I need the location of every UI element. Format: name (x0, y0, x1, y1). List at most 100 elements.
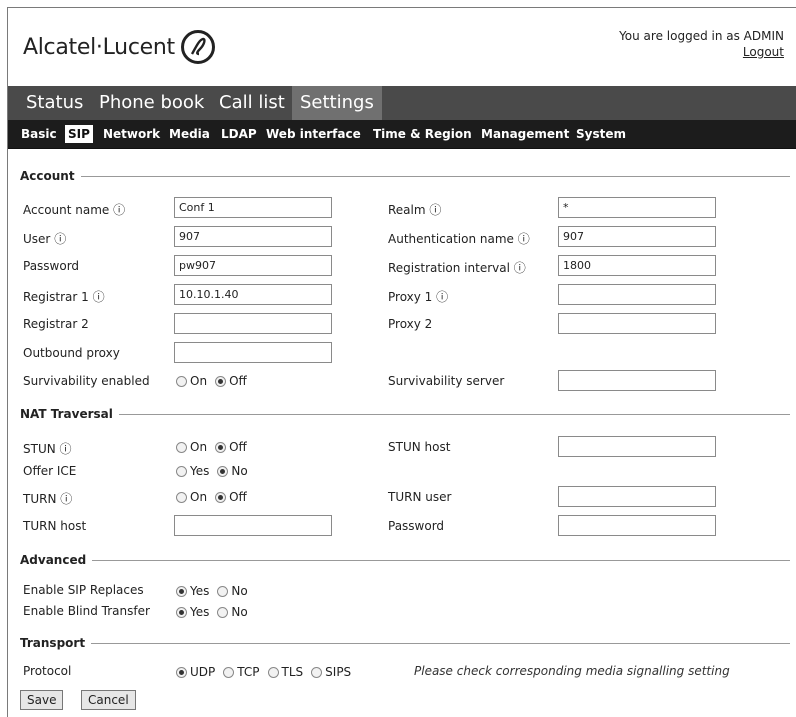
settings-sub-nav: Basic SIP Network Media LDAP Web interfa… (8, 120, 796, 149)
turn-off-radio[interactable] (215, 491, 227, 503)
info-icon[interactable]: ⓘ (518, 232, 530, 246)
proxy-2-input[interactable] (558, 313, 716, 334)
registrar-2-label: Registrar 2 (23, 317, 89, 331)
sip-replaces-no-radio[interactable] (217, 585, 229, 597)
turn-on-label: On (190, 490, 208, 504)
turn-user-label: TURN user (388, 490, 452, 504)
info-icon[interactable]: ⓘ (113, 203, 125, 217)
stun-host-input[interactable] (558, 436, 716, 457)
header: Alcatel·Lucent You are logged in as ADMI… (8, 8, 796, 86)
turn-host-label: TURN host (23, 519, 87, 533)
logo-text: Alcatel·Lucent (23, 34, 175, 60)
offer-ice-radio-group: Yes No (176, 464, 256, 478)
media-signalling-note: Please check corresponding media signall… (414, 664, 730, 678)
survivability-on-label: On (190, 374, 208, 388)
offer-ice-no-radio[interactable] (217, 465, 229, 477)
tab-call-list[interactable]: Call list (211, 86, 293, 120)
registration-interval-input[interactable] (558, 255, 716, 276)
turn-password-label: Password (388, 519, 445, 533)
subtab-system[interactable]: System (573, 125, 629, 143)
offer-ice-no-label: No (231, 464, 248, 478)
subtab-management[interactable]: Management (478, 125, 572, 143)
protocol-sips-label: SIPS (325, 665, 352, 679)
stun-off-label: Off (229, 440, 247, 454)
save-button[interactable]: Save (20, 690, 64, 710)
account-name-input[interactable] (174, 197, 332, 218)
protocol-sips-radio[interactable] (311, 666, 323, 678)
subtab-sip[interactable]: SIP (65, 125, 93, 143)
subtab-time-region[interactable]: Time & Region (370, 125, 475, 143)
info-icon[interactable]: ⓘ (54, 232, 66, 246)
authentication-name-label: Authentication name ⓘ (388, 232, 530, 246)
subtab-network[interactable]: Network (100, 125, 163, 143)
sip-replaces-yes-radio[interactable] (176, 585, 187, 597)
protocol-label: Protocol (23, 664, 72, 678)
protocol-tcp-radio[interactable] (223, 666, 235, 678)
authentication-name-input[interactable] (558, 226, 716, 247)
logo-mark-icon (180, 30, 215, 64)
sip-replaces-no-label: No (231, 584, 248, 598)
account-name-label: Account name ⓘ (23, 203, 126, 217)
outbound-proxy-label: Outbound proxy (23, 346, 120, 360)
blind-transfer-yes-radio[interactable] (176, 606, 187, 618)
stun-off-radio[interactable] (215, 441, 227, 453)
outbound-proxy-input[interactable] (174, 342, 332, 363)
advanced-divider (20, 560, 790, 561)
survivability-on-radio[interactable] (176, 375, 187, 387)
survivability-radio-group: On Off (176, 374, 255, 388)
registrar-1-input[interactable] (174, 284, 332, 305)
blind-transfer-yes-label: Yes (190, 605, 210, 619)
account-divider (20, 176, 790, 177)
info-icon[interactable]: ⓘ (436, 290, 448, 304)
enable-sip-replaces-label: Enable SIP Replaces (23, 583, 144, 597)
enable-blind-transfer-label: Enable Blind Transfer (23, 604, 150, 618)
password-label: Password (23, 259, 80, 273)
main-nav: Status Phone book Call list Settings (8, 86, 796, 120)
survivability-off-radio[interactable] (215, 375, 227, 387)
blind-transfer-no-radio[interactable] (217, 606, 229, 618)
cancel-button[interactable]: Cancel (81, 690, 136, 710)
stun-on-radio[interactable] (176, 441, 187, 453)
turn-on-radio[interactable] (176, 491, 187, 503)
turn-user-input[interactable] (558, 486, 716, 507)
protocol-tls-radio[interactable] (267, 666, 279, 678)
user-input[interactable] (174, 226, 332, 247)
advanced-section-title: Advanced (20, 553, 93, 567)
turn-off-label: Off (229, 490, 247, 504)
tab-settings[interactable]: Settings (292, 86, 382, 120)
survivability-off-label: Off (229, 374, 247, 388)
realm-label: Realm ⓘ (388, 203, 442, 217)
subtab-web-interface[interactable]: Web interface (263, 125, 364, 143)
tab-status[interactable]: Status (18, 86, 91, 120)
info-icon[interactable]: ⓘ (93, 290, 105, 304)
realm-input[interactable] (558, 197, 716, 218)
protocol-udp-radio[interactable] (176, 666, 187, 678)
survivability-enabled-label: Survivability enabled (23, 374, 150, 388)
survivability-server-input[interactable] (558, 370, 716, 391)
logout-link[interactable]: Logout (743, 45, 784, 59)
registrar-2-input[interactable] (174, 313, 332, 334)
blind-transfer-no-label: No (231, 605, 248, 619)
password-input[interactable] (174, 255, 332, 276)
alcatel-lucent-logo: Alcatel·Lucent (23, 30, 215, 64)
subtab-ldap[interactable]: LDAP (218, 125, 260, 143)
nat-traversal-section-title: NAT Traversal (20, 407, 119, 421)
turn-host-input[interactable] (174, 515, 332, 536)
protocol-radio-group: UDP TCP TLS SIPS (176, 665, 359, 679)
turn-password-input[interactable] (558, 515, 716, 536)
subtab-basic[interactable]: Basic (18, 125, 60, 143)
offer-ice-yes-radio[interactable] (176, 465, 187, 477)
info-icon[interactable]: ⓘ (60, 442, 72, 456)
proxy-2-label: Proxy 2 (388, 317, 433, 331)
info-icon[interactable]: ⓘ (60, 492, 72, 506)
nat-divider (20, 414, 790, 415)
info-icon[interactable]: ⓘ (429, 203, 441, 217)
turn-label: TURN ⓘ (23, 492, 73, 506)
tab-phone-book[interactable]: Phone book (91, 86, 212, 120)
stun-label: STUN ⓘ (23, 442, 72, 456)
subtab-media[interactable]: Media (166, 125, 213, 143)
info-icon[interactable]: ⓘ (514, 261, 526, 275)
stun-radio-group: On Off (176, 440, 255, 454)
proxy-1-input[interactable] (558, 284, 716, 305)
login-status: You are logged in as ADMIN Logout (619, 28, 784, 60)
